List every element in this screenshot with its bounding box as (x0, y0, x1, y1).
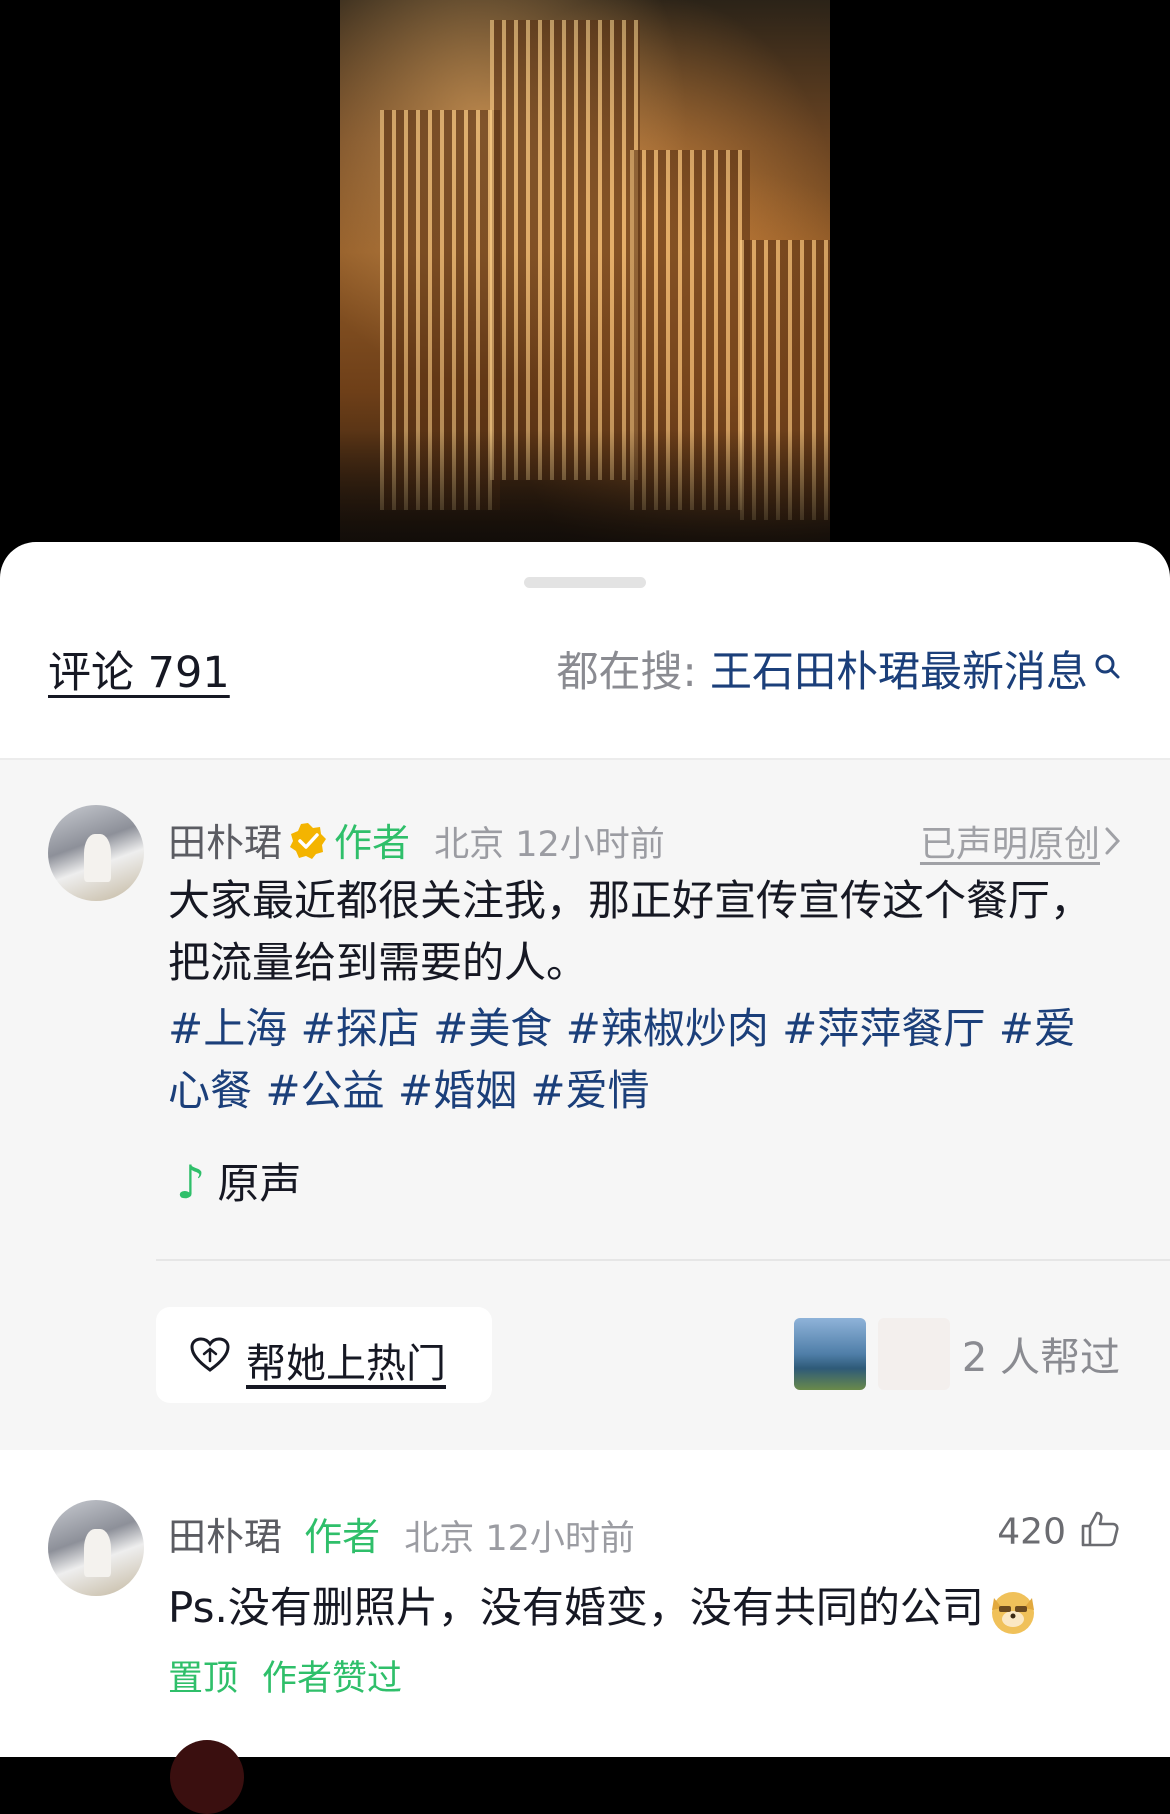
helper-avatar (877, 1318, 950, 1390)
heart-boost-icon (190, 1337, 230, 1377)
comment-author-badge: 作者 (304, 1515, 381, 1559)
author-name[interactable]: 田朴珺 (168, 821, 282, 865)
music-note-icon: ♪ (176, 1155, 206, 1209)
helpers-summary[interactable]: 2 人帮过 (793, 1318, 1120, 1390)
avatar[interactable] (170, 1740, 244, 1814)
search-term[interactable]: 王石田朴珺最新消息 (710, 647, 1088, 696)
music-tag[interactable]: ♪ 原声 (176, 1150, 301, 1211)
post-separator (156, 1259, 1170, 1261)
video-player[interactable] (0, 0, 1170, 560)
doge-emoji-icon (988, 1586, 1038, 1636)
comment-meta: 田朴珺 作者 北京 12小时前 (168, 1506, 635, 1561)
search-suggestion[interactable]: 都在搜: 王石田朴珺最新消息 (556, 638, 1120, 699)
comment-header: 评论 791 都在搜: 王石田朴珺最新消息 (0, 622, 1170, 702)
location-time: 北京 12小时前 (434, 825, 665, 865)
trees-shadow (340, 430, 830, 560)
like-count: 420 (997, 1511, 1066, 1553)
post-hashtags[interactable]: #上海 #探店 #美食 #辣椒炒肉 #萍萍餐厅 #爱心餐 #公益 #婚姻 #爱情 (168, 998, 1098, 1122)
avatar[interactable] (48, 1500, 144, 1596)
verified-icon (288, 821, 328, 870)
video-frame (340, 0, 830, 560)
comment-text: Ps.没有删照片，没有婚变，没有共同的公司 (168, 1574, 1038, 1636)
original-declared-link[interactable]: 已声明原创 (920, 815, 1100, 867)
comment-count[interactable]: 评论 791 (48, 638, 230, 700)
like-control[interactable]: 420 (997, 1510, 1120, 1557)
comment-text-body: Ps.没有删照片，没有婚变，没有共同的公司 (168, 1583, 984, 1632)
music-label: 原声 (217, 1159, 302, 1208)
comment-location-time: 北京 12小时前 (404, 1519, 635, 1559)
author-liked-tag: 作者赞过 (262, 1659, 403, 1699)
drag-handle[interactable] (524, 577, 646, 588)
building-shape (490, 20, 640, 480)
boost-button[interactable]: 帮她上热门 (156, 1307, 492, 1403)
post-meta: 田朴珺 作者 北京 12小时前 (168, 812, 665, 870)
helper-avatar (793, 1318, 866, 1390)
search-prefix: 都在搜: (556, 647, 710, 696)
thumbs-up-icon[interactable] (1080, 1510, 1120, 1557)
helpers-count: 2 人帮过 (961, 1335, 1120, 1381)
author-badge: 作者 (334, 821, 411, 865)
original-declared-label: 已声明原创 (919, 824, 1100, 865)
search-icon[interactable] (1094, 640, 1120, 689)
boost-label: 帮她上热门 (246, 1341, 446, 1387)
post-text: 大家最近都很关注我，那正好宣传宣传这个餐厅，把流量给到需要的人。 (168, 876, 1093, 987)
pinned-tag: 置顶 (168, 1659, 239, 1699)
chevron-right-icon[interactable] (1104, 826, 1122, 860)
comment-tags: 置顶 作者赞过 (168, 1650, 426, 1701)
avatar[interactable] (48, 805, 144, 901)
comment-author-name[interactable]: 田朴珺 (168, 1515, 282, 1559)
